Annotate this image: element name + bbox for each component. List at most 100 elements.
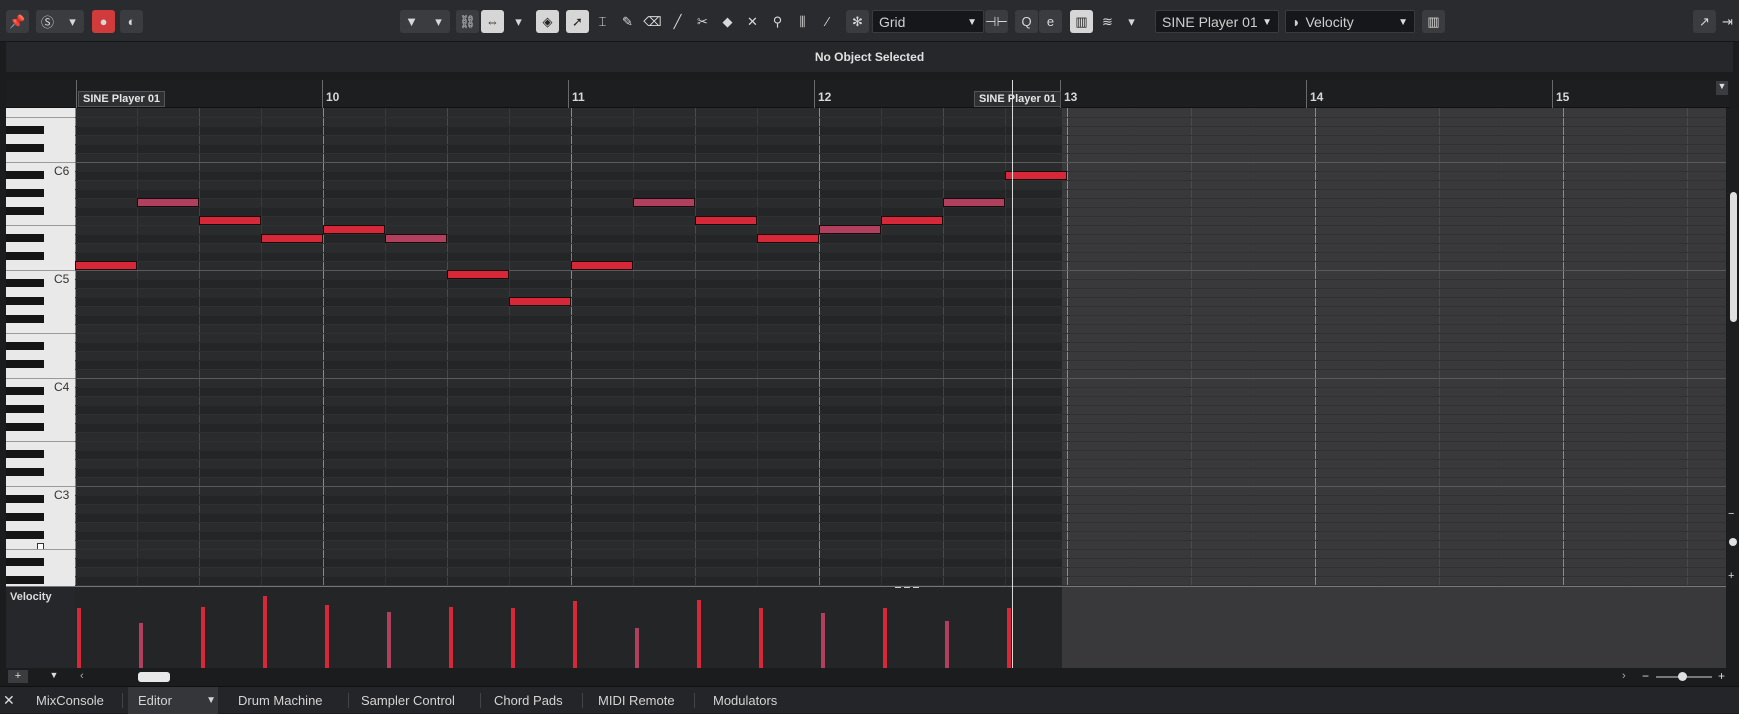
horizontal-scrollbar[interactable]: + ▼ ‹ › − + (0, 668, 1739, 686)
piano-keyboard-icon[interactable]: ▥ (1422, 10, 1445, 33)
zoom-out-icon[interactable]: − (1642, 669, 1649, 683)
midi-note[interactable] (137, 198, 199, 207)
zoom-in-icon[interactable]: + (1718, 669, 1725, 683)
lane-divider-handle[interactable] (895, 587, 919, 589)
erase-tool[interactable]: ⌫ (641, 10, 664, 33)
close-icon[interactable]: ✕ (3, 692, 15, 709)
trim-tool[interactable]: ⁄ (816, 10, 839, 33)
zoom-slider-knob[interactable] (1678, 672, 1687, 681)
chevron-down-icon[interactable]: ▾ (1120, 10, 1143, 33)
quantize-type-select[interactable]: Grid ▼ (872, 10, 984, 33)
midi-note[interactable] (509, 297, 571, 306)
layers-icon[interactable]: ≋ (1096, 10, 1119, 33)
midi-note[interactable] (261, 234, 323, 243)
velocity-bar[interactable] (635, 628, 639, 668)
tab-mixconsole[interactable]: MixConsole (26, 687, 114, 714)
black-key[interactable] (6, 405, 44, 413)
velocity-lane[interactable] (75, 586, 1726, 668)
show-lanes-button[interactable]: ▥ (1070, 10, 1093, 33)
velocity-bar[interactable] (77, 608, 81, 668)
scroll-right-icon[interactable]: › (1622, 670, 1626, 682)
ruler[interactable]: 10 11 12 13 14 15 SINE Player 01 SINE Pl… (6, 80, 1730, 108)
zoom-slider-knob[interactable] (1729, 538, 1737, 546)
acoustic-feedback-button[interactable]: ◈ (536, 10, 559, 33)
velocity-bar[interactable] (883, 608, 887, 668)
split-tool[interactable]: ✂ (691, 10, 714, 33)
velocity-bar[interactable] (573, 601, 577, 668)
vertical-scrollbar[interactable]: − + (1727, 108, 1739, 586)
tab-sampler-control[interactable]: Sampler Control (351, 687, 465, 714)
midi-note[interactable] (199, 216, 261, 225)
midi-note[interactable] (385, 234, 447, 243)
tab-chord-pads[interactable]: Chord Pads (484, 687, 573, 714)
black-key[interactable] (6, 387, 44, 395)
black-key[interactable] (6, 279, 44, 287)
black-key[interactable] (6, 423, 44, 431)
midi-note[interactable] (819, 225, 881, 234)
black-key[interactable] (6, 360, 44, 368)
draw-tool[interactable]: ✎ (616, 10, 639, 33)
quantize-grid-icon[interactable]: ⊣⊢ (985, 10, 1008, 33)
black-key[interactable] (6, 450, 44, 458)
line-tool[interactable]: ╱ (666, 10, 689, 33)
part-label[interactable]: SINE Player 01 (78, 91, 166, 107)
piano-keyboard[interactable]: C6 C5 C4 C3 (6, 108, 75, 586)
midi-note[interactable] (943, 198, 1005, 207)
project-cursor[interactable] (1012, 80, 1013, 668)
black-key[interactable] (6, 144, 44, 152)
record-button[interactable]: ● (92, 10, 115, 33)
time-warp-tool[interactable]: ⫼ (791, 10, 814, 33)
velocity-bar[interactable] (1007, 608, 1011, 668)
midi-note[interactable] (757, 234, 819, 243)
retro-record-button[interactable]: ◐ (120, 10, 143, 33)
pin-icon[interactable]: 📌 (6, 10, 29, 33)
black-key[interactable] (6, 342, 44, 350)
vertical-scroll-thumb[interactable] (1730, 192, 1737, 322)
zoom-tool[interactable]: ⚲ (766, 10, 789, 33)
part-label[interactable]: SINE Player 01 (974, 91, 1062, 107)
black-key[interactable] (6, 531, 44, 539)
chevron-down-icon[interactable]: ▾ (61, 10, 84, 33)
velocity-bar[interactable] (449, 607, 453, 668)
chevron-down-icon[interactable]: ▾ (507, 10, 530, 33)
zoom-out-icon[interactable]: − (1728, 508, 1734, 520)
ruler-menu-icon[interactable]: ▼ (1716, 81, 1728, 95)
black-key[interactable] (6, 468, 44, 476)
object-select-tool[interactable]: ➚ (566, 10, 589, 33)
note-grid[interactable] (75, 108, 1726, 586)
quantize-settings-icon[interactable]: e (1039, 10, 1062, 33)
midi-note[interactable] (695, 216, 757, 225)
tab-modulators[interactable]: Modulators (703, 687, 787, 714)
velocity-bar[interactable] (201, 607, 205, 668)
add-lane-button[interactable]: + (8, 670, 28, 683)
tab-midi-remote[interactable]: MIDI Remote (588, 687, 685, 714)
velocity-bar[interactable] (263, 596, 267, 668)
black-key[interactable] (6, 189, 44, 197)
quantize-button[interactable]: Q (1015, 10, 1038, 33)
instrument-select[interactable]: SINE Player 01 ▼ (1155, 10, 1279, 33)
black-key[interactable] (6, 207, 44, 215)
chevron-down-icon[interactable]: ▾ (427, 10, 450, 33)
glue-tool[interactable]: ◆ (716, 10, 739, 33)
black-key[interactable] (6, 558, 44, 566)
midi-note[interactable] (323, 225, 385, 234)
lane-options-button[interactable]: ▼ (44, 670, 64, 683)
open-in-window-icon[interactable]: ↗ (1693, 10, 1716, 33)
zoom-in-icon[interactable]: + (1728, 570, 1734, 582)
solo-button[interactable]: Ⓢ (36, 10, 59, 33)
velocity-bar[interactable] (139, 623, 143, 668)
filter-icon[interactable]: ▼ (400, 10, 423, 33)
velocity-bar[interactable] (325, 605, 329, 668)
velocity-bar[interactable] (697, 600, 701, 668)
velocity-bar[interactable] (387, 612, 391, 668)
chevron-down-icon[interactable]: ▼ (206, 695, 216, 706)
midi-note[interactable] (1005, 171, 1067, 180)
midi-note[interactable] (75, 261, 137, 270)
snap-icon[interactable]: ✻ (846, 10, 869, 33)
black-key[interactable] (6, 495, 44, 503)
midi-note[interactable] (633, 198, 695, 207)
black-key[interactable] (6, 171, 44, 179)
midi-note[interactable] (447, 270, 509, 279)
velocity-bar[interactable] (821, 613, 825, 668)
lane-parameter-select[interactable]: ◗ Velocity ▼ (1285, 10, 1415, 33)
